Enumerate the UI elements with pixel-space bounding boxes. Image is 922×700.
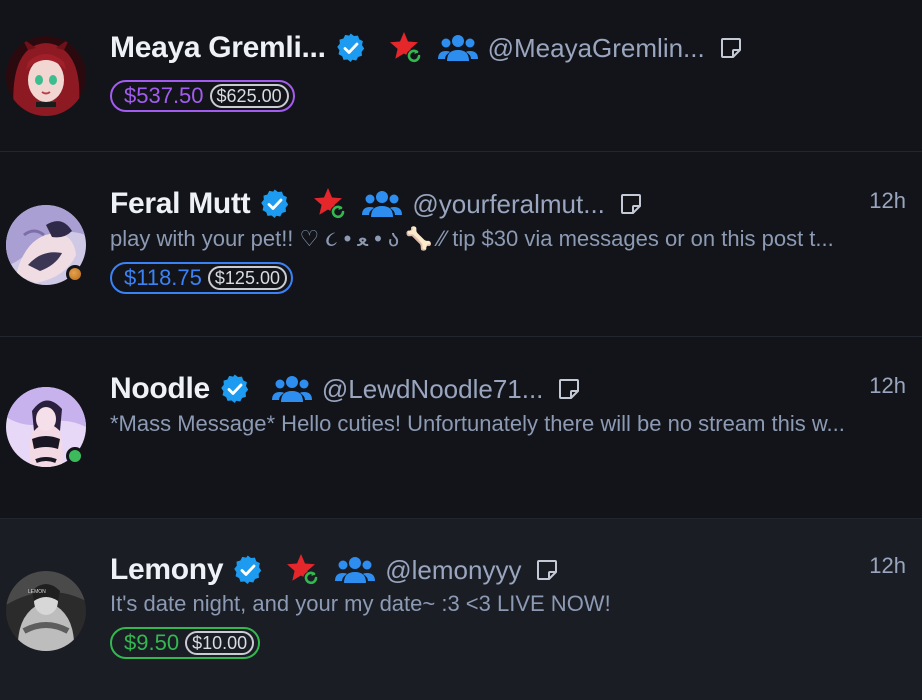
contact-name[interactable]: Lemony bbox=[110, 553, 224, 587]
group-icon bbox=[437, 35, 478, 61]
price-badge[interactable]: $118.75 $125.00 bbox=[110, 262, 293, 294]
contact-name[interactable]: Noodle bbox=[110, 372, 210, 406]
star-refresh-icon bbox=[389, 32, 422, 65]
price-badge[interactable]: $9.50 $10.00 bbox=[110, 627, 261, 659]
conversation-list: Meaya Gremli... @MeayaGremlin... $537.50… bbox=[0, 0, 922, 700]
verified-icon bbox=[336, 33, 364, 62]
price-original: $125.00 bbox=[207, 266, 287, 290]
message-time: 12h bbox=[869, 373, 906, 398]
contact-name[interactable]: Feral Mutt bbox=[110, 187, 251, 221]
conversation-row-meaya[interactable]: Meaya Gremli... @MeayaGremlin... $537.50… bbox=[0, 0, 922, 152]
price-current: $9.50 bbox=[124, 630, 180, 655]
group-icon bbox=[362, 191, 403, 217]
avatar[interactable]: LEMON bbox=[6, 571, 86, 651]
message-preview: *Mass Message* Hello cuties! Unfortunate… bbox=[110, 411, 845, 436]
contact-handle: @yourferalmut... bbox=[412, 188, 605, 219]
group-icon bbox=[271, 376, 312, 402]
star-refresh-icon bbox=[314, 188, 347, 221]
contact-handle: @MeayaGremlin... bbox=[487, 32, 705, 63]
message-preview: play with your pet!! ♡ ૮ • ﻌ • ა 🦴 ⁄⁄ ti… bbox=[110, 226, 834, 251]
message-preview: It's date night, and your my date~ :3 <3… bbox=[110, 591, 611, 616]
message-time: 12h bbox=[869, 188, 906, 213]
contact-handle: @lemonyyy bbox=[385, 554, 522, 585]
note-icon[interactable] bbox=[557, 377, 581, 401]
group-icon bbox=[335, 557, 376, 583]
note-icon[interactable] bbox=[719, 36, 743, 60]
conversation-row-feral[interactable]: Feral Mutt @yourferalmut... 12h play wit… bbox=[0, 152, 922, 337]
contact-name[interactable]: Meaya Gremli... bbox=[110, 31, 326, 65]
verified-icon bbox=[221, 374, 249, 403]
avatar[interactable] bbox=[6, 387, 86, 467]
avatar[interactable] bbox=[6, 36, 86, 116]
star-refresh-icon bbox=[287, 554, 320, 587]
svg-text:LEMON: LEMON bbox=[28, 589, 46, 595]
note-icon[interactable] bbox=[535, 558, 559, 582]
price-current: $537.50 bbox=[124, 83, 204, 108]
avatar[interactable] bbox=[6, 205, 86, 285]
conversation-row-noodle[interactable]: Noodle @LewdNoodle71... 12h *Mass Messag… bbox=[0, 337, 922, 519]
status-away-indicator bbox=[66, 265, 84, 283]
price-badge[interactable]: $537.50 $625.00 bbox=[110, 80, 295, 112]
message-time: 12h bbox=[869, 553, 906, 578]
price-original: $625.00 bbox=[209, 84, 289, 108]
verified-icon bbox=[234, 555, 262, 584]
conversation-row-lemony[interactable]: LEMON Lemony @lemonyyy 12h It's date nig… bbox=[0, 519, 922, 700]
note-icon[interactable] bbox=[619, 192, 643, 216]
contact-handle: @LewdNoodle71... bbox=[321, 373, 544, 404]
price-current: $118.75 bbox=[124, 265, 202, 290]
status-online-indicator bbox=[66, 447, 84, 465]
price-original: $10.00 bbox=[185, 631, 255, 655]
verified-icon bbox=[261, 189, 289, 218]
